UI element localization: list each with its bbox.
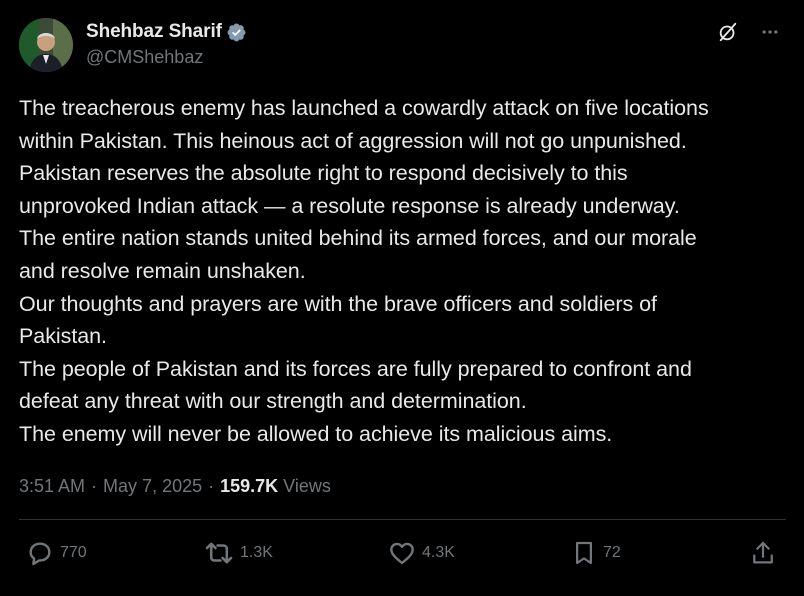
bookmark-icon xyxy=(576,541,592,565)
like-button[interactable]: 4.3K xyxy=(386,536,455,570)
post-text: The treacherous enemy has launched a cow… xyxy=(19,92,794,451)
post-text-line: The people of Pakistan and its forces ar… xyxy=(19,356,692,381)
author-block: Shehbaz Sharif @CMShehbaz xyxy=(86,20,247,68)
post-text-line: Pakistan. xyxy=(19,324,107,349)
divider xyxy=(19,519,786,520)
author-handle[interactable]: @CMShehbaz xyxy=(86,47,247,68)
post-date[interactable]: May 7, 2025 xyxy=(103,476,202,497)
post-meta: 3:51 AM · May 7, 2025 · 159.7K Views xyxy=(19,474,331,498)
grok-icon[interactable] xyxy=(716,20,740,44)
like-count: 4.3K xyxy=(422,544,455,561)
verified-badge-icon xyxy=(226,22,247,43)
reply-count: 770 xyxy=(60,544,87,561)
repost-count: 1.3K xyxy=(240,544,273,561)
bookmark-count: 72 xyxy=(603,544,621,561)
views-label: Views xyxy=(283,475,331,496)
post-text-line: The entire nation stands united behind i… xyxy=(19,226,697,251)
post-text-line: The enemy will never be allowed to achie… xyxy=(19,421,613,446)
repost-button[interactable]: 1.3K xyxy=(202,536,273,570)
heart-icon xyxy=(390,542,414,565)
post-text-line: Pakistan reserves the absolute right to … xyxy=(19,161,628,186)
post-actions-bar: 770 1.3K 4.3K 72 xyxy=(0,536,804,570)
bookmark-button[interactable]: 72 xyxy=(569,536,621,570)
post-text-line: Our thoughts and prayers are with the br… xyxy=(19,291,657,316)
repost-icon xyxy=(205,542,233,564)
reply-icon xyxy=(29,542,51,566)
post-text-line: within Pakistan. This heinous act of agg… xyxy=(19,128,687,153)
reply-button[interactable]: 770 xyxy=(24,536,87,570)
post-text-line: defeat any threat with our strength and … xyxy=(19,389,527,414)
views-count: 159.7K xyxy=(220,475,279,496)
post-text-line: and resolve remain unshaken. xyxy=(19,258,306,283)
more-options-icon[interactable] xyxy=(758,20,782,44)
post-text-line: unprovoked Indian attack — a resolute re… xyxy=(19,193,680,218)
meta-separator: · xyxy=(91,475,98,496)
avatar[interactable] xyxy=(19,18,73,72)
share-icon xyxy=(753,541,773,564)
share-button[interactable] xyxy=(748,536,778,570)
post-time[interactable]: 3:51 AM xyxy=(19,476,85,497)
post-container: Shehbaz Sharif @CMShehbaz The treacherou… xyxy=(0,0,804,596)
meta-separator: · xyxy=(208,475,215,496)
post-top-actions xyxy=(716,20,782,44)
post-text-line: The treacherous enemy has launched a cow… xyxy=(19,96,709,120)
author-display-name[interactable]: Shehbaz Sharif xyxy=(86,21,222,43)
